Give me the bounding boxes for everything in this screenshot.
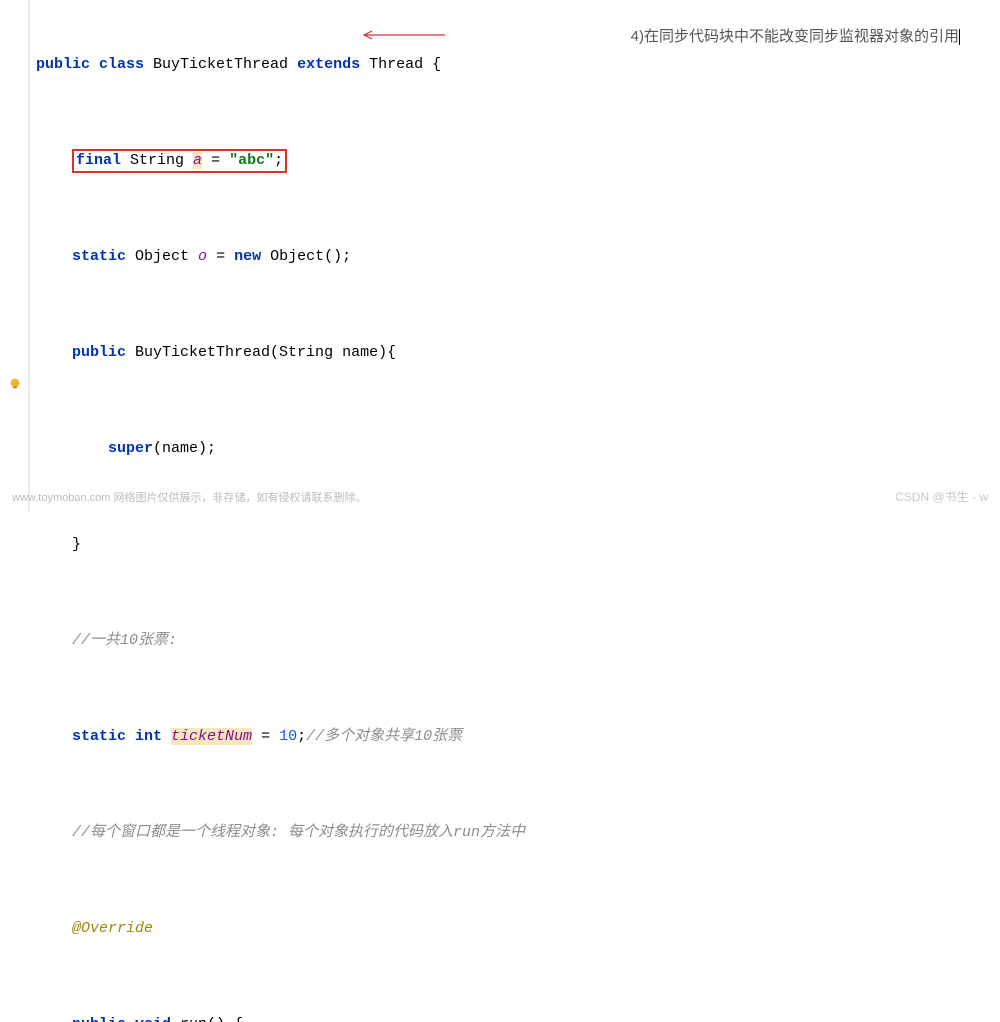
editor-gutter	[0, 0, 30, 511]
caret	[959, 29, 960, 45]
variable: a	[193, 152, 202, 169]
watermark-author: CSDN @书生 - w	[895, 488, 988, 505]
text: (name);	[153, 440, 216, 457]
keyword: static int	[72, 728, 171, 745]
keyword: public class	[36, 56, 144, 73]
variable: o	[198, 248, 207, 265]
lightbulb-icon[interactable]	[8, 376, 22, 390]
text: Object();	[261, 248, 351, 265]
text: run() {	[171, 1016, 243, 1022]
text: Object	[126, 248, 198, 265]
text: =	[252, 728, 279, 745]
string: "abc"	[229, 152, 274, 169]
keyword: extends	[297, 56, 360, 73]
keyword: new	[234, 248, 261, 265]
class-name: BuyTicketThread	[144, 56, 297, 73]
comment: //多个对象共享10张票	[306, 728, 462, 745]
keyword: super	[108, 440, 153, 457]
text: =	[207, 248, 234, 265]
text: =	[202, 152, 229, 169]
watermark-source: www.toymoban.com 网络图片仅供展示，非存储，如有侵权请联系删除。	[12, 489, 366, 505]
code-editor[interactable]: public class BuyTicketThread extends Thr…	[30, 0, 1000, 1022]
arrow-icon	[360, 34, 445, 36]
text: ;	[297, 728, 306, 745]
keyword: public void	[72, 1016, 171, 1022]
text: Thread {	[360, 56, 441, 73]
annotation: @Override	[72, 920, 153, 937]
keyword: final	[76, 152, 121, 169]
text: String	[121, 152, 193, 169]
variable: ticketNum	[171, 728, 252, 745]
annotation-text: 4)在同步代码块中不能改变同步监视器对象的引用	[631, 25, 960, 46]
highlighted-box: final String a = "abc";	[72, 149, 287, 173]
comment: //一共10张票:	[72, 632, 177, 649]
comment: //每个窗口都是一个线程对象: 每个对象执行的代码放入run方法中	[72, 824, 525, 841]
number: 10	[279, 728, 297, 745]
keyword: static	[72, 248, 126, 265]
brace: }	[72, 536, 81, 553]
text: ;	[274, 152, 283, 169]
text: BuyTicketThread(String name){	[126, 344, 396, 361]
keyword: public	[72, 344, 126, 361]
